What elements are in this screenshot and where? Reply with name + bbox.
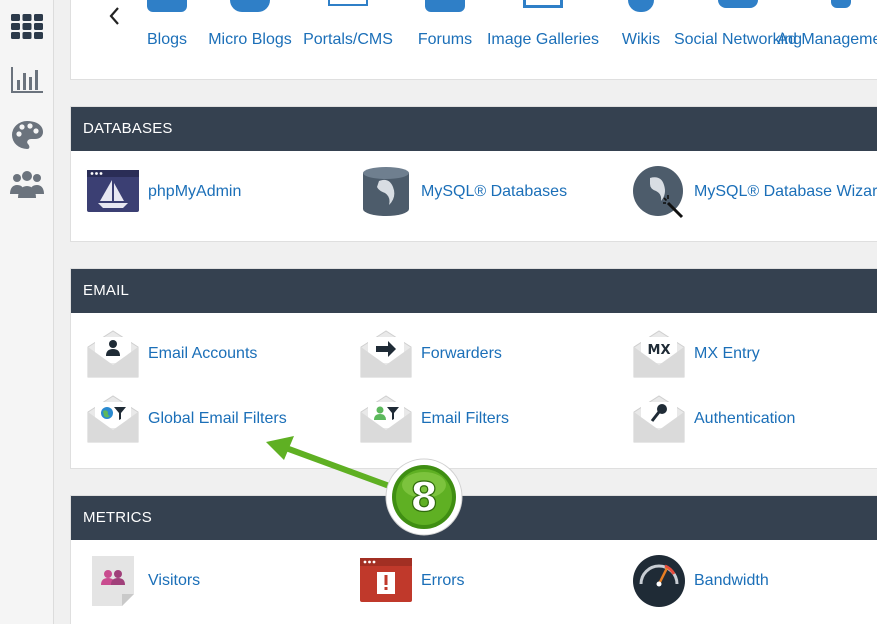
portals-icon: [328, 0, 368, 6]
envelope-arrow-icon: [360, 330, 412, 378]
envelope-globe-filter-icon: [87, 395, 139, 443]
visitors-label: Visitors: [148, 572, 201, 589]
palette-icon[interactable]: [9, 118, 45, 150]
errors-icon: [360, 558, 412, 602]
email-panel: EMAIL Email Accounts Forwarders MX MX En…: [70, 268, 877, 469]
forwarders-label: Forwarders: [421, 345, 502, 362]
bandwidth-label: Bandwidth: [694, 572, 769, 589]
annotation-arrow-icon: [266, 436, 395, 490]
email-header[interactable]: EMAIL: [71, 269, 877, 313]
item-errors[interactable]: Errors: [359, 554, 465, 608]
wikis-icon: [628, 0, 654, 12]
envelope-user-icon: [87, 330, 139, 378]
item-mysql-databases[interactable]: MySQL® Databases: [359, 165, 567, 219]
social-networking-icon: [718, 0, 758, 8]
visitors-icon: [92, 556, 134, 606]
phpmyadmin-icon: [87, 170, 139, 212]
step-number: 8: [410, 475, 438, 521]
mysql-database-wizard-label: MySQL® Database Wizard: [694, 183, 877, 200]
item-bandwidth[interactable]: Bandwidth: [632, 554, 769, 608]
item-mx-entry[interactable]: MX MX Entry: [632, 327, 760, 381]
item-authentication[interactable]: Authentication: [632, 392, 795, 446]
mysql-database-icon: [363, 167, 409, 216]
errors-label: Errors: [421, 572, 465, 589]
grid-icon[interactable]: [9, 10, 45, 42]
mysql-wizard-icon: [633, 166, 684, 219]
blogs-icon: [147, 0, 187, 12]
global-email-filters-label: Global Email Filters: [148, 410, 287, 427]
forums-icon: [425, 0, 465, 12]
mysql-databases-label: MySQL® Databases: [421, 183, 568, 200]
micro-blogs-icon: [230, 0, 270, 12]
authentication-label: Authentication: [694, 410, 796, 427]
envelope-mx-icon: MX: [633, 330, 685, 378]
metrics-header[interactable]: METRICS: [71, 496, 877, 540]
svg-text:MX: MX: [648, 343, 671, 358]
applications-strip: Blogs Micro Blogs Portals/CMS Forums Ima…: [70, 0, 877, 80]
metrics-panel: METRICS Visitors Errors Bandwidth: [70, 495, 877, 624]
item-forwarders[interactable]: Forwarders: [359, 327, 502, 381]
item-visitors[interactable]: Visitors: [86, 554, 200, 608]
bandwidth-gauge-icon: [633, 555, 685, 607]
users-icon[interactable]: [9, 168, 45, 200]
main-content: Blogs Micro Blogs Portals/CMS Forums Ima…: [54, 0, 877, 624]
email-accounts-label: Email Accounts: [148, 345, 258, 362]
phpmyadmin-label: phpMyAdmin: [148, 183, 242, 200]
databases-panel: DATABASES phpMyAdmin MySQL® Databases My…: [70, 106, 877, 242]
sidebar: [0, 0, 54, 624]
databases-header[interactable]: DATABASES: [71, 107, 877, 151]
envelope-key-icon: [633, 395, 685, 443]
item-mysql-database-wizard[interactable]: MySQL® Database Wizard: [632, 165, 877, 219]
mx-entry-label: MX Entry: [694, 345, 760, 362]
item-phpmyadmin[interactable]: phpMyAdmin: [86, 165, 241, 219]
image-galleries-icon: [523, 0, 563, 8]
item-email-accounts[interactable]: Email Accounts: [86, 327, 257, 381]
bar-chart-icon[interactable]: [9, 64, 45, 96]
ad-management-icon: [831, 0, 851, 8]
chevron-left-icon[interactable]: [105, 4, 125, 28]
email-filters-label: Email Filters: [421, 410, 510, 427]
step-badge: 8: [385, 458, 463, 536]
